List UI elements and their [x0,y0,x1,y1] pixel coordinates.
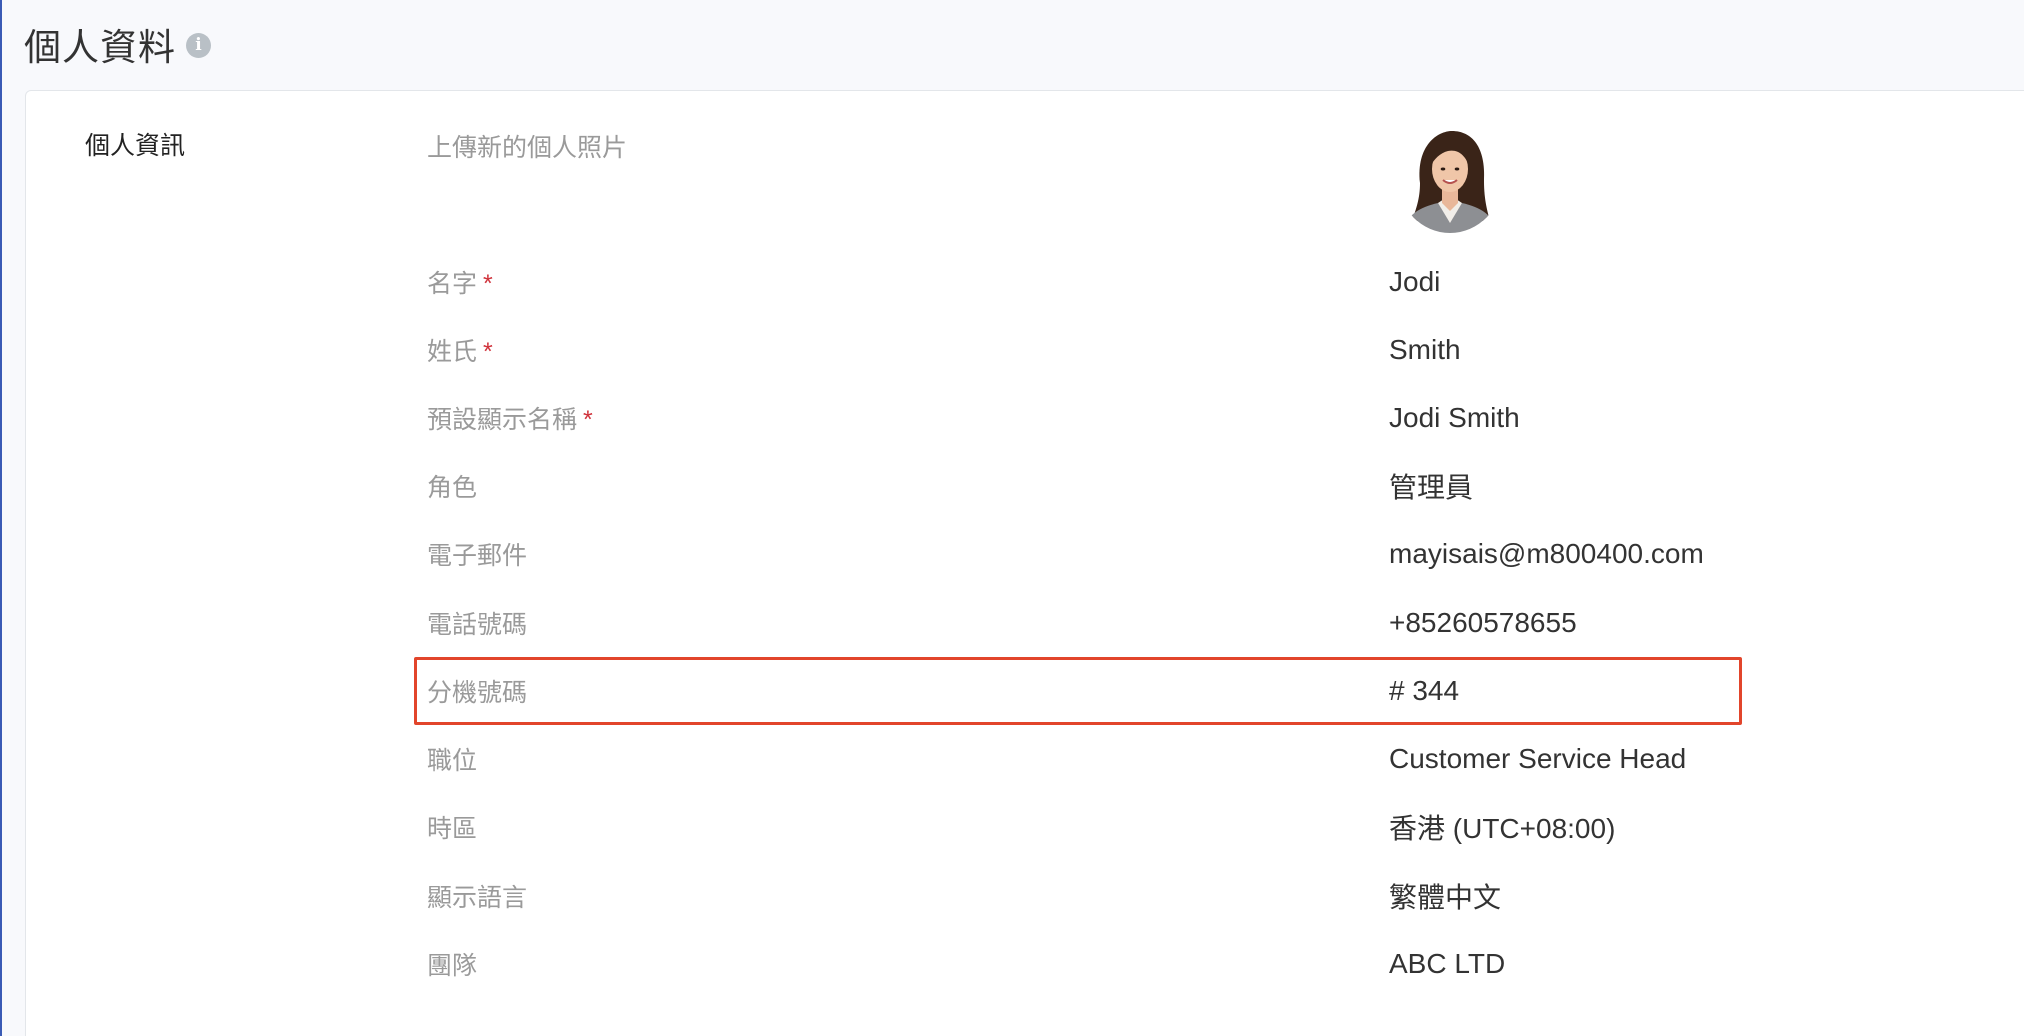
field-label: 名字 * [427,270,493,298]
field-row-timezone: 時區 香港 (UTC+08:00) [427,797,1727,857]
field-label: 角色 [427,474,478,502]
field-row-last-name: 姓氏 * Smith [427,320,1727,380]
field-row-team: 團隊 ABC LTD [427,934,1727,994]
field-label: 顯示語言 [427,884,528,912]
field-row-extension: 分機號碼 # 344 [427,661,1727,721]
page-title: 個人資料 [24,27,176,68]
field-value: ABC LTD [1389,948,1506,979]
field-row-display-name: 預設顯示名稱 * Jodi Smith [427,388,1727,448]
field-label: 職位 [427,747,478,775]
avatar[interactable] [1398,125,1502,233]
field-row-role: 角色 管理員 [427,456,1727,516]
profile-page: 個人資料 i 個人資訊 上傳新的個人照片 名字 * Jodi 姓氏 * Smit… [0,0,2024,1036]
field-value[interactable]: Jodi [1389,266,1440,298]
field-label: 時區 [427,815,478,843]
section-label-personal-info: 個人資訊 [85,132,186,160]
field-label: 電子郵件 [427,542,528,570]
profile-card: 個人資訊 上傳新的個人照片 名字 * Jodi 姓氏 * Smith 預設顯示名… [25,90,2024,1036]
field-value[interactable]: Jodi Smith [1389,402,1520,434]
upload-photo-label[interactable]: 上傳新的個人照片 [427,128,627,164]
required-marker: * [483,338,493,366]
field-value: 管理員 [1389,472,1474,503]
field-value[interactable]: +85260578655 [1389,607,1577,639]
field-row-email: 電子郵件 mayisais@m800400.com [427,524,1727,584]
field-row-phone: 電話號碼 +85260578655 [427,593,1727,653]
field-value[interactable]: 繁體中文 [1389,876,1501,916]
field-value[interactable]: Smith [1389,334,1461,366]
page-header: 個人資料 i [24,20,211,68]
field-label: 預設顯示名稱 * [427,406,593,434]
field-row-job-title: 職位 Customer Service Head [427,729,1727,789]
field-value: mayisais@m800400.com [1389,538,1704,569]
field-value[interactable]: # 344 [1389,675,1459,707]
required-marker: * [583,406,593,434]
field-row-first-name: 名字 * Jodi [427,252,1727,312]
info-icon[interactable]: i [186,32,211,58]
avatar-photo [1398,125,1502,233]
field-label: 電話號碼 [427,611,528,639]
field-value[interactable]: Customer Service Head [1389,743,1686,775]
required-marker: * [483,270,493,298]
field-value[interactable]: 香港 (UTC+08:00) [1389,807,1615,847]
field-label: 姓氏 * [427,338,493,366]
field-label: 分機號碼 [427,679,528,707]
field-row-language: 顯示語言 繁體中文 [427,866,1727,926]
field-label: 團隊 [427,952,478,980]
